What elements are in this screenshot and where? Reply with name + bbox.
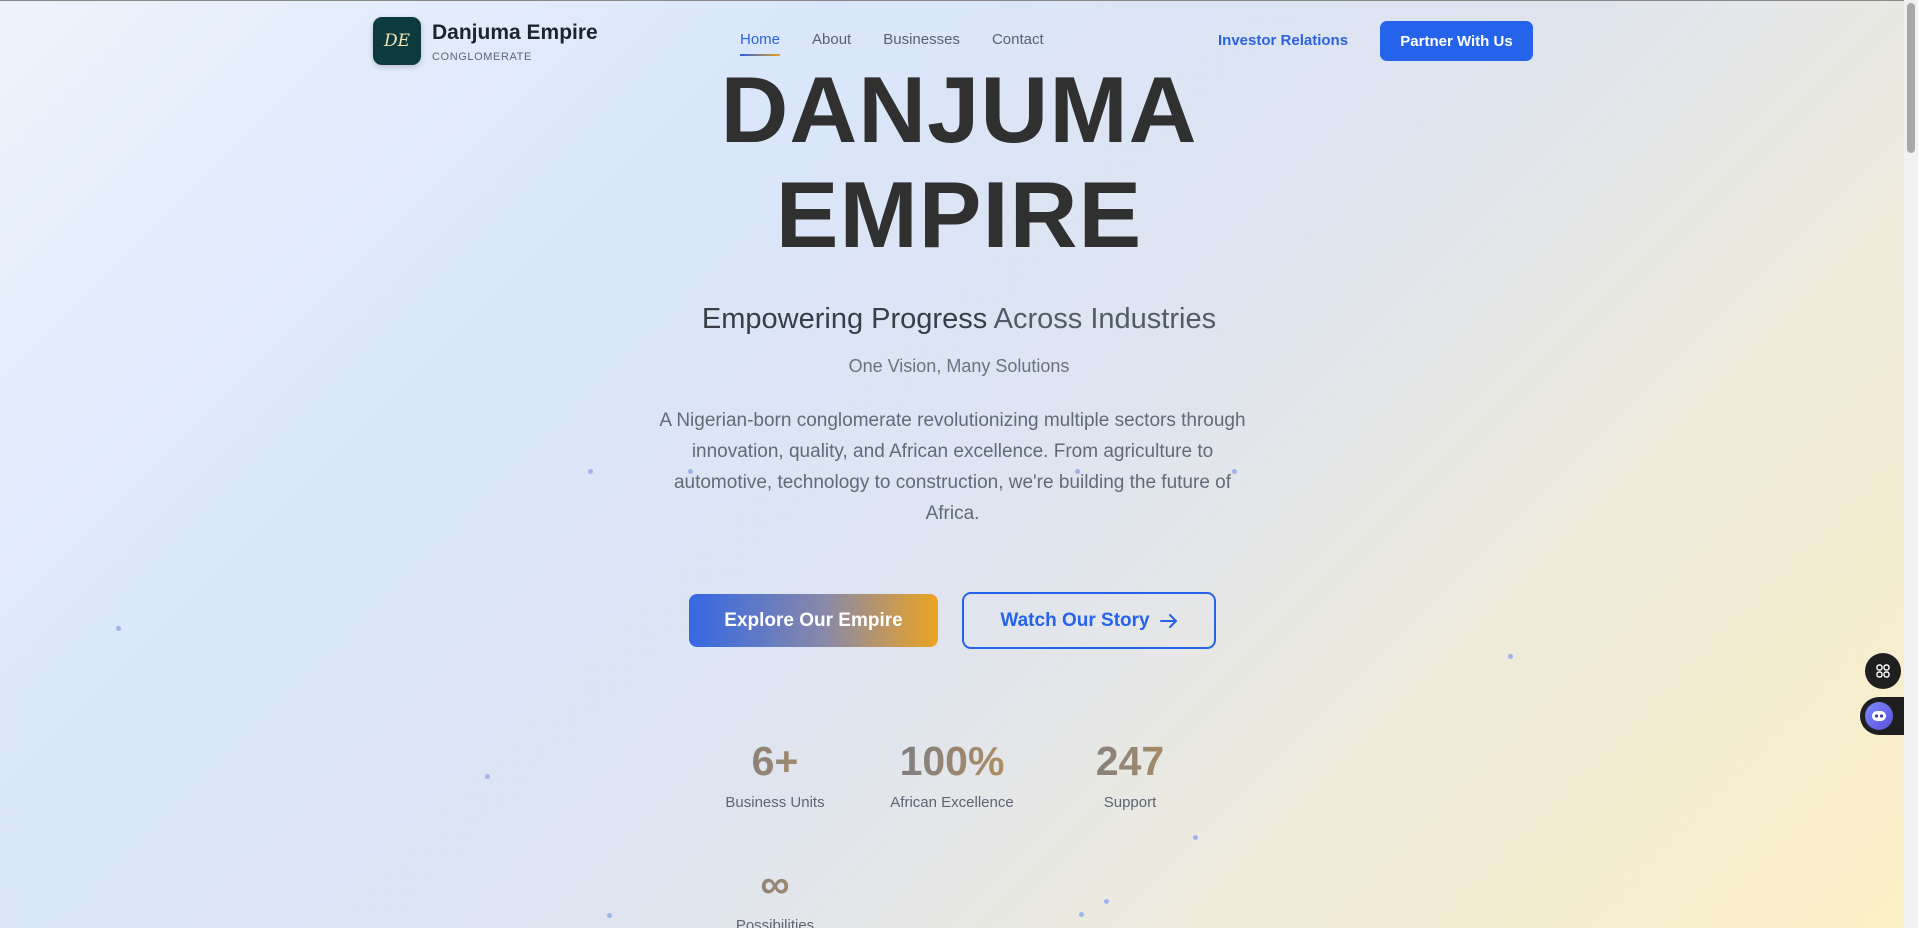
particle-dot — [588, 469, 593, 474]
particle-dot — [485, 774, 490, 779]
hero-title-line-2: EMPIRE — [775, 162, 1143, 267]
stat-label: Business Units — [725, 794, 825, 811]
tagline-bold: Empowering Progress — [701, 303, 988, 335]
watch-story-label: Watch Our Story — [1000, 609, 1150, 631]
hero-tagline: Empowering Progress Across Industries — [0, 303, 1918, 336]
window-top-border — [0, 0, 1918, 1]
investor-relations-link[interactable]: Investor Relations — [1218, 32, 1348, 49]
stat-label: Support — [1103, 794, 1157, 811]
chatbot-launcher[interactable] — [1860, 697, 1904, 735]
brand-name[interactable]: Danjuma Empire — [432, 21, 598, 45]
stat-possibilities: ∞ Possibilities — [675, 860, 875, 928]
nav-item-businesses[interactable]: Businesses — [883, 31, 960, 56]
stat-label: Possibilities — [735, 917, 815, 928]
explore-empire-button[interactable]: Explore Our Empire — [689, 594, 938, 647]
particle-dot — [1508, 654, 1513, 659]
nav-item-contact[interactable]: Contact — [992, 31, 1044, 56]
stat-business-units: 6+ Business Units — [675, 737, 875, 811]
stat-african-excellence: 100% African Excellence — [852, 737, 1052, 811]
partner-with-us-button[interactable]: Partner With Us — [1380, 21, 1533, 61]
particle-dot — [1104, 899, 1109, 904]
watch-story-button[interactable]: Watch Our Story — [962, 592, 1216, 649]
particle-dot — [116, 626, 121, 631]
stat-value: 247 — [1030, 737, 1230, 785]
main-nav: Home About Businesses Contact — [740, 31, 1044, 56]
stat-value: 6+ — [675, 737, 875, 785]
particle-dot — [1079, 912, 1084, 917]
logo-monogram: DE — [383, 31, 411, 51]
particle-dot — [1193, 835, 1198, 840]
arrow-right-icon — [1159, 613, 1177, 628]
particle-dot — [607, 913, 612, 918]
command-icon[interactable] — [1865, 653, 1901, 689]
stat-value: ∞ — [675, 860, 875, 908]
hero-description: A Nigerian-born conglomerate revolutioni… — [659, 410, 1246, 524]
page-scrollbar[interactable] — [1904, 0, 1918, 928]
stat-label: African Excellence — [890, 794, 1014, 811]
nav-item-home[interactable]: Home — [740, 31, 781, 56]
hero-subtitle: One Vision, Many Solutions — [848, 356, 1070, 376]
stat-support: 247 Support — [1030, 737, 1230, 811]
tagline-light: Across Industries — [993, 303, 1217, 335]
nav-item-about[interactable]: About — [812, 31, 851, 56]
scrollbar-thumb[interactable] — [1907, 3, 1915, 153]
hero-title-line-1: DANJUMA — [720, 57, 1198, 162]
chatbot-icon — [1865, 702, 1893, 730]
stat-value: 100% — [852, 737, 1052, 785]
